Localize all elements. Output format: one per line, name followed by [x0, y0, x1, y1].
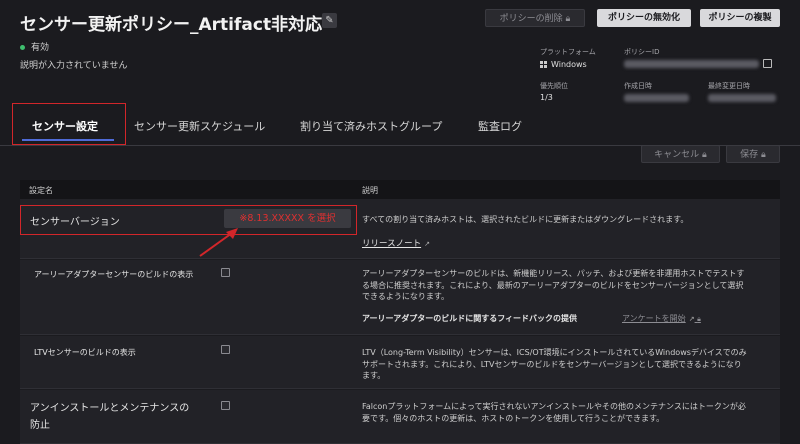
copy-icon[interactable]: [763, 59, 772, 68]
survey-link[interactable]: アンケートを開始 ↗ 🔒︎: [622, 313, 701, 324]
created-label: 作成日時: [624, 82, 652, 90]
windows-icon: [540, 61, 547, 68]
tab-host-groups[interactable]: 割り当て済みホストグループ: [300, 118, 442, 134]
tab-audit-log[interactable]: 監査ログ: [478, 118, 522, 134]
setting-desc-uninstall-protection: Falconプラットフォームによって実行されないアンインストールやその他のメンテ…: [362, 402, 746, 423]
edit-icon[interactable]: ✎: [322, 13, 337, 28]
survey-link-label: アンケートを開始: [622, 314, 686, 323]
modified-label: 最終変更日時: [708, 82, 750, 90]
column-header-description: 説明: [362, 186, 378, 195]
cancel-label: キャンセル: [654, 150, 700, 160]
setting-name-early-adopter: アーリーアダプターセンサーのビルドの表示: [34, 270, 194, 279]
release-notes-link[interactable]: リリースノート ↗: [362, 237, 430, 249]
save-button[interactable]: 保存 🔒︎: [726, 145, 780, 163]
setting-desc-early-adopter: アーリーアダプターセンサーのビルドは、新機能リリース、パッチ、および更新を非運用…: [362, 269, 745, 301]
setting-desc-sensor-version: すべての割り当て済みホストは、選択されたビルドに更新またはダウングレードされます…: [362, 215, 689, 224]
created-redacted: [624, 94, 689, 102]
modified-redacted: [708, 94, 776, 102]
policy-description: 説明が入力されていません: [20, 61, 128, 71]
setting-name-ltv: LTVセンサーのビルドの表示: [34, 348, 136, 357]
setting-name-line: 防止: [30, 420, 50, 431]
priority-label: 優先順位: [540, 82, 568, 90]
lock-icon: 🔒︎: [702, 150, 707, 160]
annotation-box-version: [20, 205, 357, 235]
setting-desc-ltv: LTV（Long-Term Visibility）センサーは、ICS/OT環境に…: [362, 348, 747, 380]
external-link-icon: ↗: [688, 315, 695, 323]
platform-value-text: Windows: [551, 60, 587, 69]
release-notes-label: リリースノート: [362, 239, 422, 249]
duplicate-policy-button[interactable]: ポリシーの複製: [700, 9, 780, 27]
save-label: 保存: [740, 150, 759, 160]
status-text: 有効: [31, 43, 50, 53]
delete-policy-button[interactable]: ポリシーの削除 🔒︎: [485, 9, 585, 27]
platform-value: Windows: [540, 60, 587, 69]
setting-name-uninstall-protection: アンインストールとメンテナンスの 防止: [30, 400, 189, 434]
lock-icon: 🔒︎: [761, 150, 766, 160]
platform-label: プラットフォーム: [540, 48, 596, 56]
early-adopter-feedback-label: アーリーアダプターのビルドに関するフィードバックの提供: [362, 314, 578, 323]
priority-value: 1/3: [540, 93, 553, 102]
uninstall-protection-checkbox[interactable]: [221, 401, 230, 410]
disable-policy-button[interactable]: ポリシーの無効化: [597, 9, 691, 27]
tab-update-schedule[interactable]: センサー更新スケジュール: [134, 118, 265, 134]
setting-name-line: アンインストールとメンテナンスの: [30, 403, 190, 414]
annotation-arrow-icon: [199, 228, 238, 257]
lock-icon: 🔒︎: [697, 315, 701, 323]
policy-id-redacted: [624, 60, 759, 68]
annotation-box-tab: [12, 103, 126, 145]
status-badge: 有効: [20, 40, 49, 53]
column-header-name: 設定名: [29, 186, 53, 195]
early-adopter-checkbox[interactable]: [221, 268, 230, 277]
table-header: 設定名 説明: [20, 180, 780, 199]
delete-policy-label: ポリシーの削除: [499, 14, 563, 24]
lock-icon: 🔒︎: [565, 14, 571, 24]
status-dot-icon: [20, 45, 25, 50]
policy-id-label: ポリシーID: [624, 48, 660, 56]
ltv-checkbox[interactable]: [221, 345, 230, 354]
cancel-button[interactable]: キャンセル 🔒︎: [641, 145, 720, 163]
external-link-icon: ↗: [424, 240, 430, 248]
page-title: センサー更新ポリシー_Artifact非対応: [20, 15, 323, 35]
